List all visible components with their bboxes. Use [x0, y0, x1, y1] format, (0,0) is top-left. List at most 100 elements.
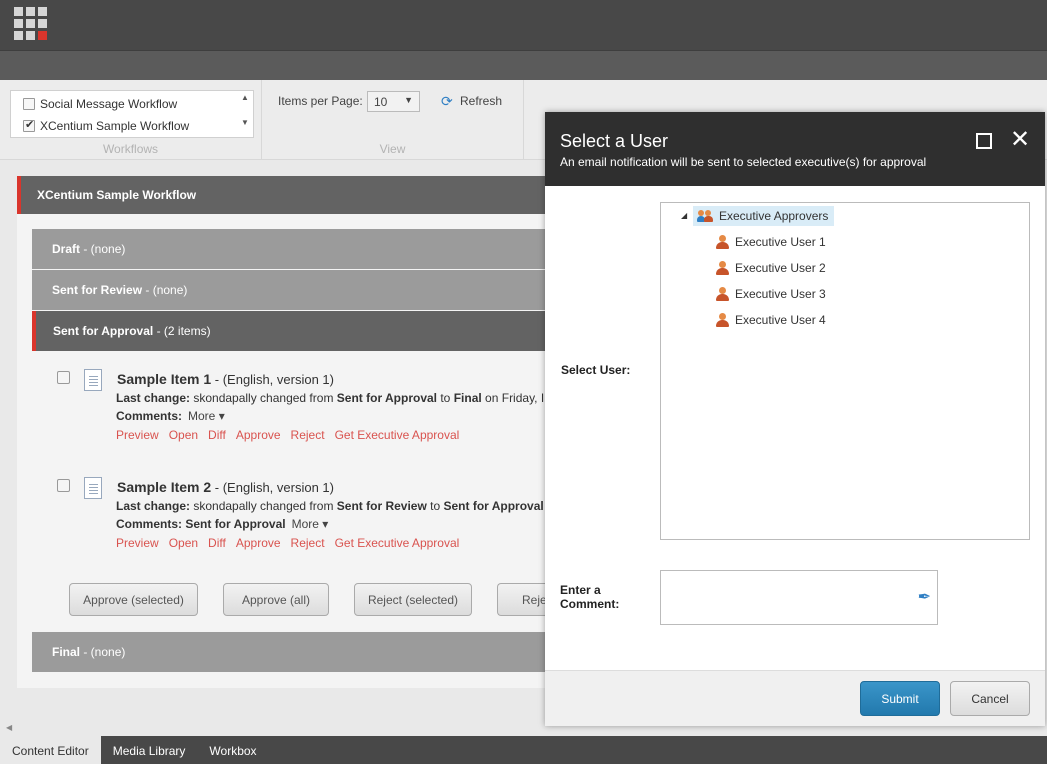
item-last-change: Last change: skondapally changed from Se…: [116, 499, 544, 513]
state-name: Draft: [52, 242, 81, 256]
tab-content-editor[interactable]: Content Editor: [0, 736, 101, 764]
dialog-body: Select User: ◢ Executive Approvers Execu…: [545, 186, 1045, 670]
document-icon: [84, 477, 102, 499]
expand-triangle-icon[interactable]: ◢: [681, 211, 687, 220]
approve-selected-button[interactable]: Approve (selected): [69, 583, 198, 616]
state-count: - (2 items): [153, 324, 211, 338]
preview-link[interactable]: Preview: [116, 536, 159, 550]
checkbox-checked[interactable]: [23, 118, 35, 132]
items-per-page-select[interactable]: 10 ▼: [367, 91, 420, 112]
state-final[interactable]: Final - (none): [32, 632, 557, 672]
scroll-left-icon[interactable]: ◀: [6, 723, 12, 732]
state-count: - (none): [142, 283, 188, 297]
item-checkbox[interactable]: [57, 371, 70, 384]
user-tree[interactable]: ◢ Executive Approvers Executive User 1 E…: [660, 202, 1030, 540]
approve-link[interactable]: Approve: [236, 536, 281, 550]
chevron-down-icon: ▼: [404, 95, 413, 105]
checkbox[interactable]: [23, 98, 35, 110]
item-comments: Comments: More ▾: [116, 409, 225, 423]
reject-link[interactable]: Reject: [291, 536, 325, 550]
refresh-label: Refresh: [460, 94, 503, 108]
workflows-group: Social Message Workflow XCentium Sample …: [0, 80, 262, 160]
state-sent-for-approval[interactable]: Sent for Approval - (2 items): [32, 311, 557, 351]
approve-link[interactable]: Approve: [236, 428, 281, 442]
bottom-tab-bar: Content Editor Media Library Workbox: [0, 736, 1047, 764]
dialog-subtitle: An email notification will be sent to se…: [560, 155, 927, 169]
more-dropdown[interactable]: More ▾: [292, 517, 329, 531]
open-link[interactable]: Open: [169, 428, 198, 442]
item-title[interactable]: Sample Item 1: [117, 371, 211, 387]
tree-node-label: Executive Approvers: [719, 209, 829, 223]
horizontal-scrollbar[interactable]: ◀: [0, 720, 545, 736]
user-icon: [715, 287, 729, 301]
workflow-title: XCentium Sample Workflow: [17, 176, 557, 214]
refresh-button[interactable]: ⟳ Refresh: [441, 94, 502, 108]
state-sent-for-review[interactable]: Sent for Review - (none): [32, 270, 557, 310]
refresh-icon: ⟳: [441, 93, 453, 109]
state-name: Final: [52, 645, 81, 659]
submit-button[interactable]: Submit: [860, 681, 940, 716]
items-per-page-value: 10: [374, 95, 388, 109]
item-title[interactable]: Sample Item 2: [117, 479, 211, 495]
top-bar: [0, 0, 1047, 50]
item-meta: - (English, version 1): [211, 480, 334, 495]
state-name: Sent for Review: [52, 283, 143, 297]
get-executive-approval-link[interactable]: Get Executive Approval: [335, 536, 460, 550]
workflow-option-label: Social Message Workflow: [40, 97, 178, 111]
workflow-option-label: XCentium Sample Workflow: [40, 119, 190, 133]
workflow-option-social[interactable]: Social Message Workflow: [23, 95, 177, 113]
more-dropdown[interactable]: More ▾: [188, 409, 225, 423]
preview-link[interactable]: Preview: [116, 428, 159, 442]
item-last-change: Last change: skondapally changed from Se…: [116, 391, 545, 405]
select-user-dialog: Select a User An email notification will…: [545, 112, 1045, 726]
list-scrollbar[interactable]: ▲ ▼: [239, 93, 251, 135]
item-actions: Preview Open Diff Approve Reject Get Executiv…: [116, 428, 469, 442]
comment-label: Enter a Comment:: [560, 583, 620, 611]
close-icon[interactable]: ✕: [1010, 128, 1032, 152]
user-icon: [715, 313, 729, 327]
user-icon: [715, 261, 729, 275]
comment-input[interactable]: ✒: [660, 570, 938, 625]
reject-link[interactable]: Reject: [291, 428, 325, 442]
item-meta: - (English, version 1): [211, 372, 334, 387]
workflow-option-xcentium[interactable]: XCentium Sample Workflow: [23, 117, 189, 135]
dialog-footer: Submit Cancel: [545, 670, 1045, 726]
pen-icon[interactable]: ✒: [918, 587, 931, 607]
item-actions: Preview Open Diff Approve Reject Get Executiv…: [116, 536, 469, 550]
workflow-list[interactable]: Social Message Workflow XCentium Sample …: [10, 90, 254, 138]
view-caption: View: [379, 142, 406, 156]
tree-node-label: Executive User 3: [735, 287, 826, 301]
state-name: Sent for Approval: [53, 324, 154, 338]
scroll-down-icon[interactable]: ▼: [239, 118, 251, 127]
item-checkbox[interactable]: [57, 479, 70, 492]
tree-node-label: Executive User 1: [735, 235, 826, 249]
state-draft[interactable]: Draft - (none): [32, 229, 557, 269]
tab-media-library[interactable]: Media Library: [101, 736, 198, 764]
items-per-page-label: Items per Page:: [278, 94, 363, 108]
item-comments: Comments: Sent for Approval More ▾: [116, 517, 329, 531]
state-count: - (none): [80, 645, 126, 659]
tree-node-user-2[interactable]: Executive User 2: [715, 258, 826, 278]
app-launcher-icon[interactable]: [14, 7, 47, 40]
diff-link[interactable]: Diff: [208, 428, 226, 442]
approve-all-button[interactable]: Approve (all): [223, 583, 329, 616]
tree-node-label: Executive User 4: [735, 313, 826, 327]
tree-node-user-1[interactable]: Executive User 1: [715, 232, 826, 252]
sub-bar: [0, 50, 1047, 80]
tree-node-user-3[interactable]: Executive User 3: [715, 284, 826, 304]
user-icon: [715, 235, 729, 249]
cancel-button[interactable]: Cancel: [950, 681, 1030, 716]
open-link[interactable]: Open: [169, 536, 198, 550]
dialog-title: Select a User: [560, 131, 669, 151]
document-icon: [84, 369, 102, 391]
tab-workbox[interactable]: Workbox: [197, 736, 268, 764]
get-executive-approval-link[interactable]: Get Executive Approval: [335, 428, 460, 442]
maximize-icon[interactable]: [976, 133, 992, 149]
reject-selected-button[interactable]: Reject (selected): [354, 583, 472, 616]
tree-node-executive-approvers[interactable]: Executive Approvers: [693, 206, 835, 226]
tree-node-user-4[interactable]: Executive User 4: [715, 310, 826, 330]
user-group-icon: [697, 209, 713, 223]
diff-link[interactable]: Diff: [208, 536, 226, 550]
scroll-up-icon[interactable]: ▲: [239, 93, 251, 102]
select-user-label: Select User:: [561, 363, 631, 377]
